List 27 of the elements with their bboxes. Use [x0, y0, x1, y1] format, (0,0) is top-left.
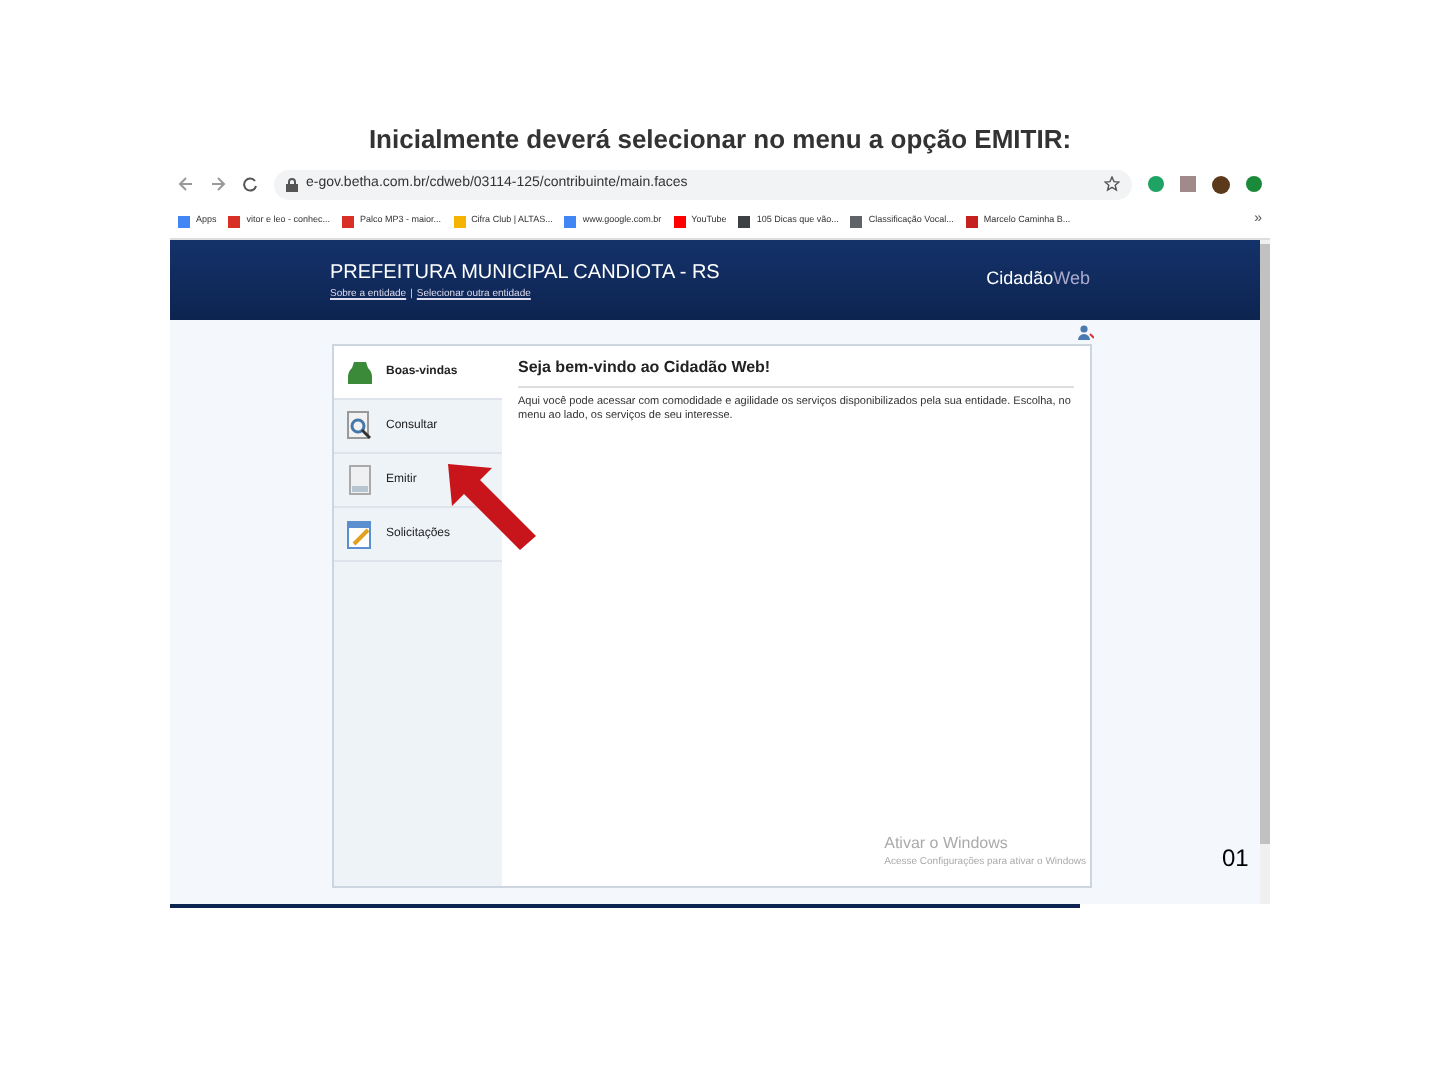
site-title: PREFEITURA MUNICIPAL CANDIOTA - RS: [330, 259, 720, 288]
bookmark-icon: [564, 215, 577, 227]
star-icon[interactable]: [1104, 176, 1120, 192]
activation-title: Ativar o Windows: [884, 831, 1008, 855]
lock-icon: [286, 177, 298, 191]
document-icon: [346, 464, 374, 496]
reload-icon[interactable]: [242, 176, 258, 192]
bookmark-icon: [965, 215, 978, 227]
bookmark-icon: [738, 215, 751, 227]
bookmark-icon: [228, 215, 241, 227]
bag-icon: [346, 356, 374, 388]
back-icon[interactable]: [178, 176, 194, 192]
page-number: 01: [1222, 842, 1249, 876]
magnifier-document-icon: [346, 410, 374, 442]
welcome-title: Seja bem-vindo ao Cidadão Web!: [518, 356, 1074, 388]
forward-icon[interactable]: [210, 176, 226, 192]
bookmark-icon: [453, 215, 466, 227]
bookmark-icon: [178, 215, 190, 227]
document-heading: Inicialmente deverá selecionar no menu a opção EMITIR:: [368, 122, 1072, 158]
brand-logo: CidadãoWeb: [986, 266, 1090, 293]
bookmark-icon: [342, 215, 355, 227]
extension-icon[interactable]: [1246, 176, 1262, 192]
bookmark-icon: [673, 215, 686, 227]
user-icon[interactable]: [1078, 324, 1094, 340]
notepad-icon: [346, 518, 374, 550]
profile-avatar[interactable]: [1212, 175, 1230, 193]
bookmark-icon: [850, 215, 863, 227]
